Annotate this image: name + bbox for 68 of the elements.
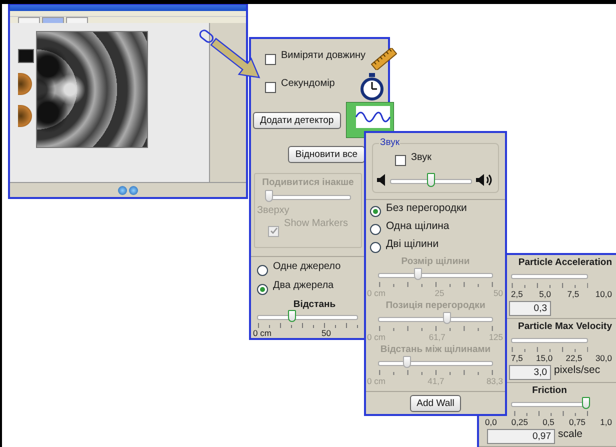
radio-label[interactable]: Два джерела <box>273 280 334 291</box>
checkbox[interactable] <box>265 54 276 64</box>
tick-label: 25 <box>434 288 444 298</box>
play-icon[interactable] <box>118 186 127 194</box>
radio-button[interactable] <box>370 242 381 252</box>
slider-caption: Зверху <box>257 205 290 216</box>
slider-title: Позиція перегородки <box>386 300 486 311</box>
value-field[interactable]: 0,97 <box>487 428 555 444</box>
radio-label[interactable]: Дві щілини <box>386 238 439 250</box>
tick-label: 50 <box>322 328 331 338</box>
slider-thumb[interactable] <box>427 172 435 186</box>
tick-label: 125 <box>488 332 503 342</box>
tick-label: 41,7 <box>428 376 444 386</box>
radio-button[interactable] <box>257 265 268 276</box>
speaker-loud-icon <box>476 174 494 186</box>
slider-title: Розмір щілини <box>401 256 470 267</box>
add-wall-button[interactable]: Add Wall <box>410 394 462 412</box>
checkbox-label[interactable]: Секундомір <box>281 78 335 89</box>
tick-label: 1,0 <box>600 417 612 427</box>
tick-label: 30,0 <box>595 353 612 363</box>
tick-label: 2,5 <box>511 289 523 299</box>
radio-button[interactable] <box>370 224 381 234</box>
tick-label: 83,3 <box>486 376 503 386</box>
speaker-icon <box>377 174 386 186</box>
checkbox-label[interactable]: Виміряти довжину <box>281 50 366 61</box>
speaker-icon <box>18 105 32 127</box>
stopwatch-icon <box>360 73 384 101</box>
slider-title: Відстань <box>293 299 336 310</box>
group-title: Подивитися інакше <box>262 177 354 188</box>
value-field[interactable]: 0,3 <box>509 300 551 316</box>
control-title: Particle Max Velocity <box>518 321 612 332</box>
tick-label: 0,5 <box>542 417 554 427</box>
tick-label: 0 cm <box>367 332 386 342</box>
radio-button[interactable] <box>257 284 268 295</box>
tick-label: 0 cm <box>367 288 386 298</box>
value-field[interactable]: 3,0 <box>509 364 551 380</box>
tick-label: 22,5 <box>566 353 582 363</box>
group-title: Звук <box>379 137 400 148</box>
tick-label: 0,25 <box>511 417 528 427</box>
tick-label: 7,5 <box>567 289 580 299</box>
tick-label: 0,75 <box>568 417 586 427</box>
tick-label: 15,0 <box>536 353 553 363</box>
checkbox[interactable] <box>265 82 276 92</box>
control-title: Particle Acceleration <box>518 257 612 268</box>
tick-label: 0 cm <box>367 376 386 386</box>
tick-label: 0,0 <box>485 417 497 427</box>
tick-label: 5,0 <box>539 289 551 299</box>
reset-all-button[interactable]: Відновити все <box>288 146 365 162</box>
radio-button[interactable] <box>370 206 381 216</box>
slider-title: Відстань між щілинами <box>380 344 491 355</box>
tick-label: 50 <box>494 288 503 298</box>
radio-label[interactable]: Одна щілина <box>386 220 450 232</box>
checkbox-label[interactable]: Звук <box>411 152 432 163</box>
unit-label: pixels/sec <box>554 364 600 376</box>
slider-thumb[interactable] <box>288 310 296 322</box>
mini-control-panel <box>18 49 34 63</box>
unit-label: scale <box>558 428 583 440</box>
speaker-icon <box>18 73 32 95</box>
add-detector-button[interactable]: Додати детектор <box>253 112 341 128</box>
radio-label[interactable]: Одне джерело <box>273 261 341 272</box>
tick-label: 10,0 <box>595 289 612 299</box>
checkbox[interactable] <box>395 154 406 166</box>
tick-label: 0 cm <box>253 328 272 338</box>
tick-label: 7,5 <box>511 353 523 363</box>
slider-thumb[interactable] <box>582 397 590 409</box>
control-title: Friction <box>532 385 567 396</box>
radio-label[interactable]: Без перегородки <box>386 202 467 214</box>
tick-label: 61,7 <box>428 332 446 342</box>
